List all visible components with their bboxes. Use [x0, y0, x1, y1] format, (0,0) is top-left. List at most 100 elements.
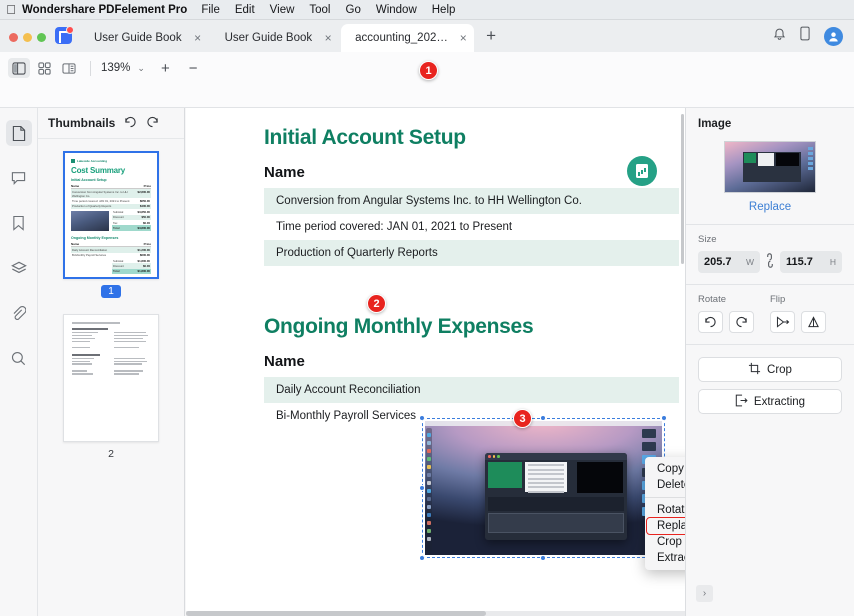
minimize-window-button[interactable]	[23, 33, 32, 42]
flip-vertical-icon[interactable]	[801, 311, 826, 333]
attachments-icon[interactable]	[6, 300, 32, 326]
resize-handle-w[interactable]	[419, 485, 425, 491]
tab-label: User Guide Book	[224, 32, 313, 44]
mini-total-value: $1,800.00	[137, 258, 150, 263]
height-input[interactable]: 115.7 H	[780, 251, 842, 273]
document-view[interactable]: Initial Account Setup Name Conversion fr…	[186, 108, 685, 616]
zoom-in-button[interactable]: +	[161, 60, 170, 77]
menu-file[interactable]: File	[201, 4, 220, 16]
zoom-out-button[interactable]: −	[189, 60, 198, 77]
mini-total-value: $50.00	[141, 215, 150, 220]
close-window-button[interactable]	[9, 33, 18, 42]
tab-close-icon[interactable]: ×	[192, 31, 204, 45]
menu-view[interactable]: View	[270, 4, 295, 16]
new-tab-button[interactable]: +	[474, 26, 508, 52]
image-context-menu[interactable]: Copy Delete Rotate Replace Crop Extract	[645, 457, 685, 570]
document-horizontal-scrollbar[interactable]	[186, 611, 685, 616]
thumbnails-icon[interactable]	[5, 120, 32, 146]
mini-total-label: Discount	[113, 263, 124, 268]
tab-accounting-active[interactable]: accounting_2023_08_14 1... ×	[341, 24, 475, 52]
tab-close-icon[interactable]: ×	[322, 31, 334, 45]
page-view-icon[interactable]	[58, 58, 80, 78]
width-input[interactable]: 205.7 W	[698, 251, 760, 273]
mini-price: $1,200.00	[137, 247, 150, 252]
rotate-right-icon[interactable]	[729, 311, 754, 333]
window-controls[interactable]	[0, 33, 55, 52]
context-menu-crop[interactable]: Crop	[645, 534, 685, 550]
mini-total-label: Subtotal	[113, 258, 124, 263]
toolbar-view-controls: 139% ⌄ + −	[8, 58, 198, 78]
context-menu-rotate[interactable]: Rotate	[645, 502, 685, 518]
page-1-preview: Lakeside Accounting Cost Summary Initial…	[65, 153, 157, 277]
resize-handle-nw[interactable]	[419, 415, 425, 421]
flip-horizontal-icon[interactable]	[770, 311, 795, 333]
resize-handle-n[interactable]	[540, 415, 546, 421]
mini-price: $400.00	[139, 204, 150, 209]
mini-total-value: $3,850.00	[137, 209, 150, 214]
menu-window[interactable]: Window	[376, 4, 417, 16]
comments-icon[interactable]	[6, 165, 32, 191]
selected-image[interactable]	[419, 415, 667, 561]
grid-view-icon[interactable]	[33, 58, 55, 78]
mini-total-value: $3,800.00	[137, 225, 150, 230]
apple-logo-icon[interactable]: 	[0, 3, 22, 16]
mini-total-label: Discount	[113, 215, 124, 220]
thumbnails-title: Thumbnails	[48, 116, 116, 130]
extract-icon	[735, 394, 748, 410]
mini-col-name: Name	[71, 241, 80, 246]
extracting-button[interactable]: Extracting	[698, 389, 842, 414]
mini-section-2: Ongoing Monthly Expenses	[71, 236, 119, 241]
mobile-icon[interactable]	[800, 26, 810, 46]
context-menu-copy[interactable]: Copy	[645, 461, 685, 477]
document-column-header-1: Name	[264, 164, 305, 181]
menu-edit[interactable]: Edit	[235, 4, 255, 16]
thumbnails-panel: Thumbnails Lakeside Accounting Cost Summ…	[38, 108, 185, 616]
chevron-down-icon[interactable]: ⌄	[137, 63, 145, 74]
context-menu-delete[interactable]: Delete	[645, 477, 685, 493]
mini-col-name: Name	[71, 183, 80, 188]
mini-signature	[71, 258, 109, 270]
mini-total-label: Tax	[113, 220, 118, 225]
mini-col-price: Price	[143, 241, 151, 246]
annotation-badge-2: 2	[367, 294, 386, 313]
layers-icon[interactable]	[6, 255, 32, 281]
next-page-button[interactable]: ›	[696, 585, 713, 602]
document-heading-1: Initial Account Setup	[264, 126, 466, 149]
mini-row: Daily Account Reconciliation	[72, 247, 108, 252]
mini-image-placeholder	[71, 211, 109, 232]
bookmarks-icon[interactable]	[6, 210, 32, 236]
crop-button[interactable]: Crop	[698, 357, 842, 382]
inspector-replace-link[interactable]: Replace	[686, 201, 854, 224]
thumbnails-list: Lakeside Accounting Cost Summary Initial…	[38, 139, 184, 476]
tab-user-guide-book-2[interactable]: User Guide Book ×	[211, 24, 342, 52]
document-row: Conversion from Angular Systems Inc. to …	[264, 188, 679, 214]
account-avatar[interactable]	[824, 26, 843, 46]
chain-link-icon[interactable]	[765, 253, 775, 271]
tab-user-guide-book-1[interactable]: User Guide Book ×	[80, 24, 211, 52]
rotate-left-icon[interactable]	[124, 116, 137, 131]
size-label: Size	[698, 234, 717, 245]
menu-tool[interactable]: Tool	[309, 4, 330, 16]
thumbnail-page-number-2: 2	[108, 448, 114, 460]
resize-handle-s[interactable]	[540, 555, 546, 561]
thumbnail-page-1[interactable]: Lakeside Accounting Cost Summary Initial…	[63, 151, 159, 279]
width-unit: W	[745, 257, 754, 267]
bell-icon[interactable]	[773, 27, 786, 46]
sidebar-toggle-icon[interactable]	[8, 58, 30, 78]
resize-handle-ne[interactable]	[661, 415, 667, 421]
context-menu-replace[interactable]: Replace	[646, 517, 685, 535]
tab-close-icon[interactable]: ×	[459, 31, 467, 45]
menu-help[interactable]: Help	[432, 4, 456, 16]
rotate-left-icon[interactable]	[698, 311, 723, 333]
search-icon[interactable]	[6, 345, 32, 371]
context-menu-extract[interactable]: Extract	[645, 550, 685, 566]
mini-col-price: Price	[143, 183, 151, 188]
menu-go[interactable]: Go	[346, 4, 361, 16]
rotate-right-icon[interactable]	[146, 116, 159, 131]
menubar-app-name: Wondershare PDFelement Pro	[22, 3, 188, 16]
mini-total-label: Total	[113, 225, 120, 230]
zoom-level-value[interactable]: 139%	[101, 62, 130, 74]
resize-handle-sw[interactable]	[419, 555, 425, 561]
maximize-window-button[interactable]	[37, 33, 46, 42]
thumbnail-page-2[interactable]	[63, 314, 159, 442]
